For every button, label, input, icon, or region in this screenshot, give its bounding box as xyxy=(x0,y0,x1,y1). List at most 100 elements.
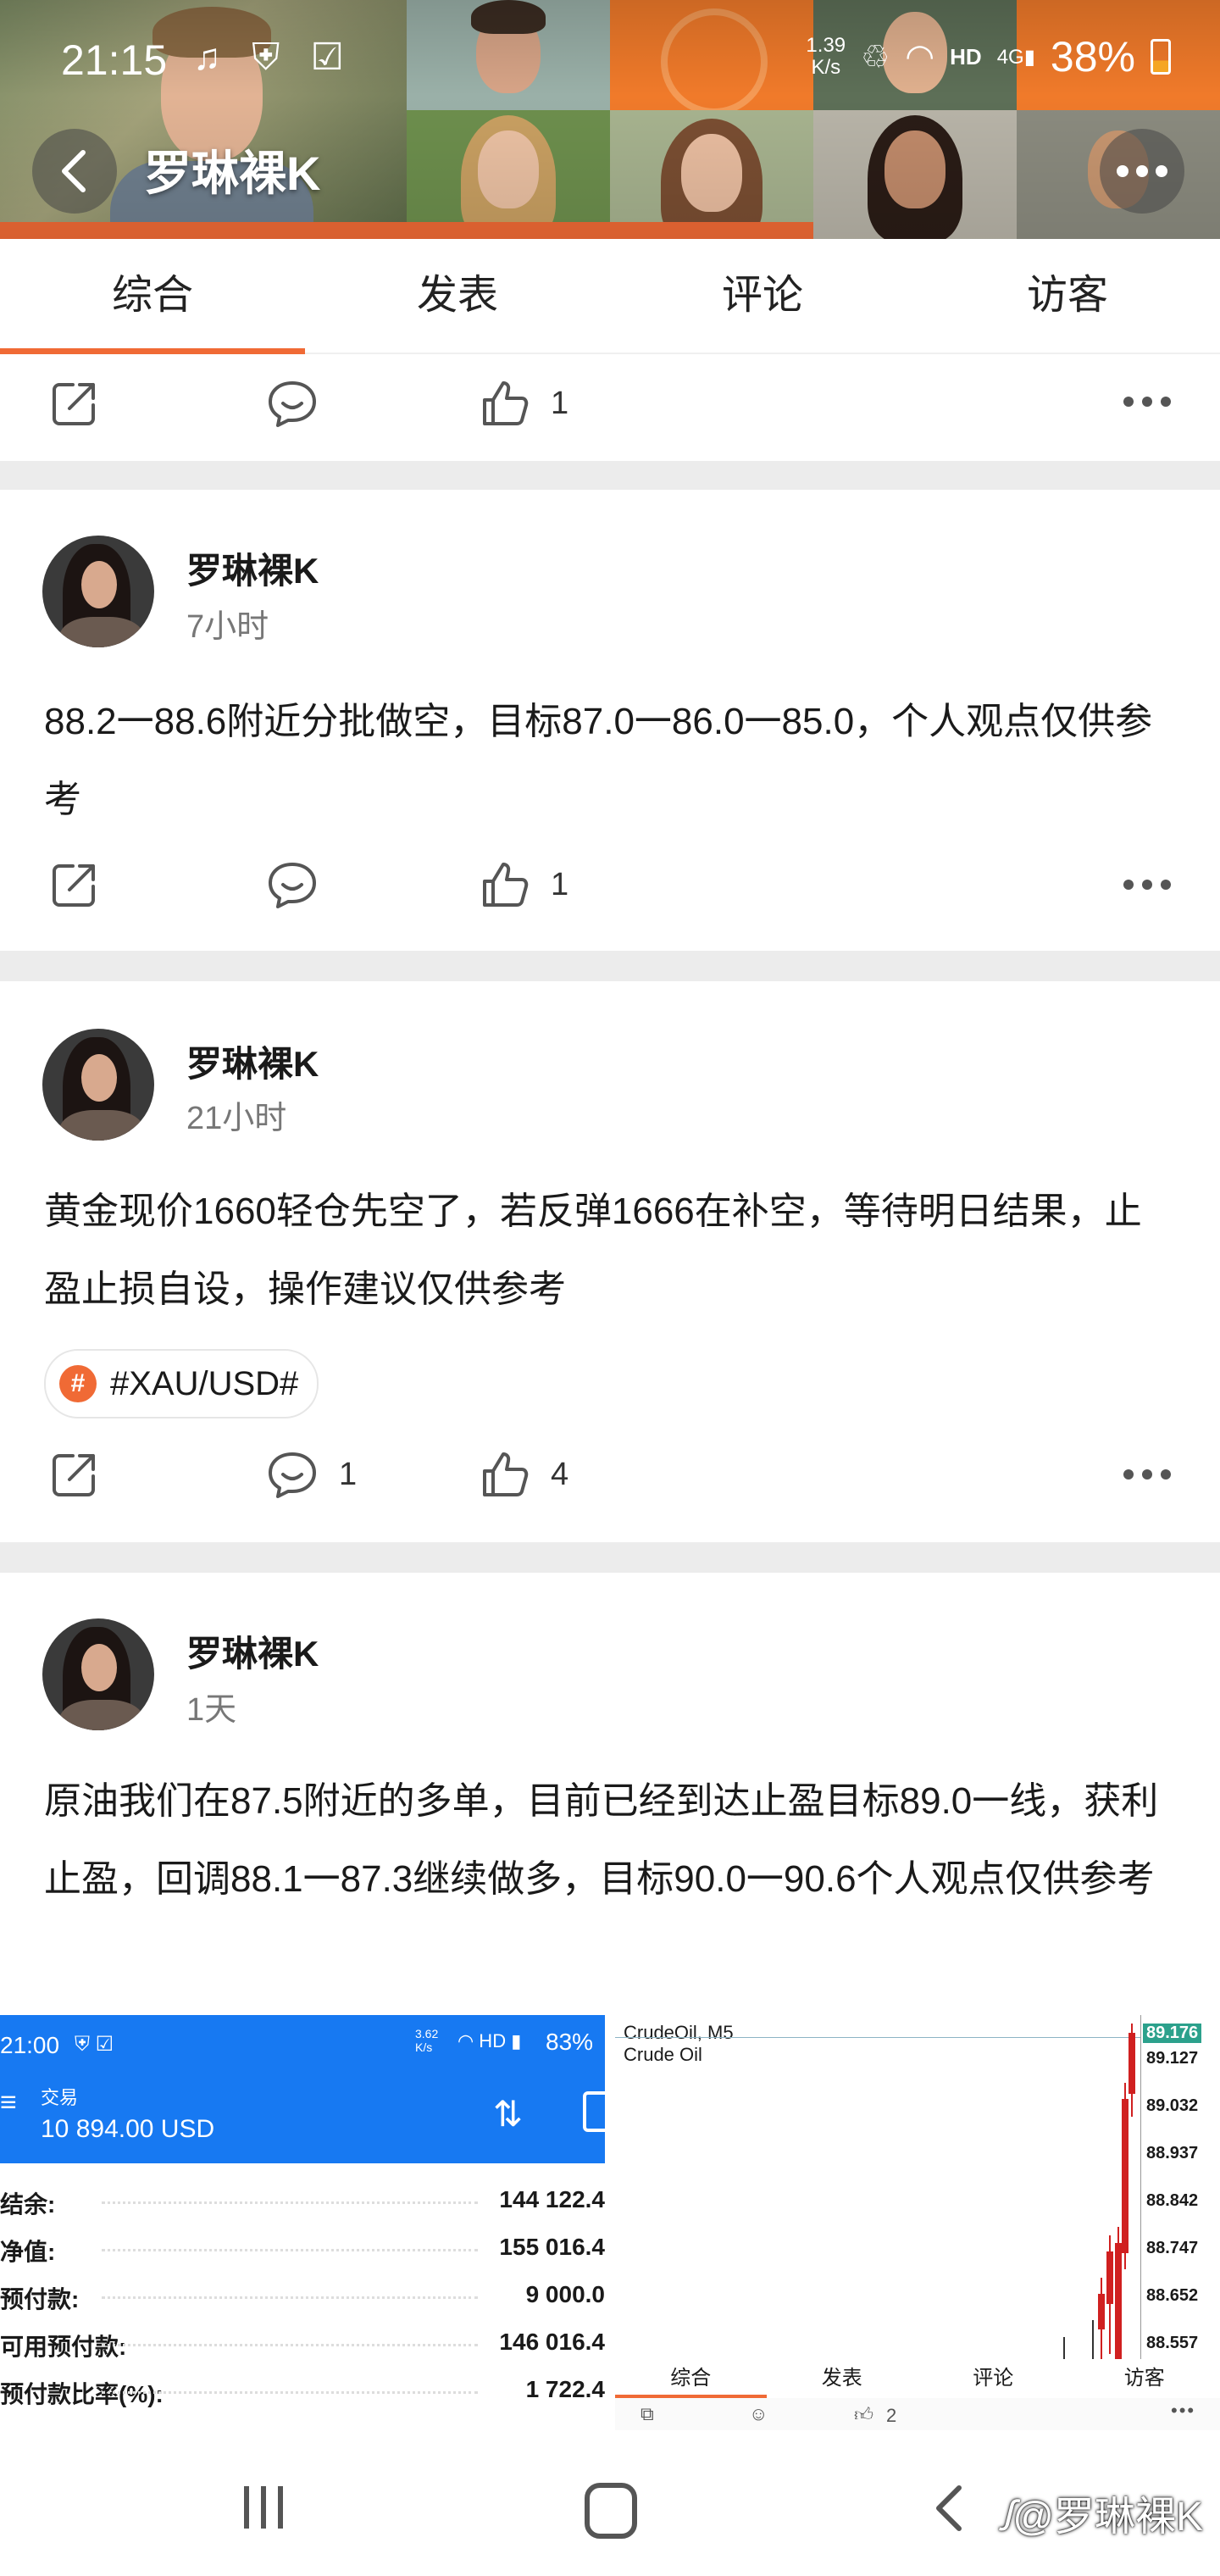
menu-icon: ≡ xyxy=(0,2086,17,2118)
status-time: 21:15 xyxy=(61,36,168,84)
overlay-tab: 综合 xyxy=(615,2359,767,2398)
post-text[interactable]: 黄金现价1660轻仓先空了，若反弹1666在补空，等待明日结果，止盈止损自设，操… xyxy=(44,1173,1176,1329)
overlay-actions: ⧉ ☺ 👍︎ 2 ••• xyxy=(615,2398,1220,2430)
back-arrow-icon xyxy=(62,150,86,192)
overlay-tab: 评论 xyxy=(973,2367,1014,2390)
comment-count: 1 xyxy=(339,1456,358,1492)
avatar[interactable] xyxy=(42,1029,154,1141)
overlay-like-icon: 👍︎ xyxy=(854,2404,873,2425)
sort-icon: ⇅ xyxy=(493,2094,524,2134)
post-image-trade[interactable]: 21:00 ⛨ ☑ 3.62 K/s ◠ HD ▮ 83% ≡ 交易 10 89… xyxy=(0,2015,605,2430)
trade-status-icons: ⛨ ☑ xyxy=(75,2033,114,2056)
price-label: 89.127 xyxy=(1146,2049,1199,2068)
more-options-button[interactable] xyxy=(1100,129,1184,214)
price-scale: 89.176 89.127 89.032 88.937 88.842 88.74… xyxy=(1140,2015,1220,2362)
overlay-like-count: 2 xyxy=(886,2405,897,2426)
share-icon xyxy=(53,864,95,907)
like-button[interactable]: 4 xyxy=(480,1449,568,1500)
share-button[interactable] xyxy=(49,859,100,910)
share-icon xyxy=(53,1454,95,1496)
share-button[interactable] xyxy=(49,1449,100,1500)
comment-button[interactable] xyxy=(266,859,339,910)
price-label: 88.747 xyxy=(1146,2239,1199,2257)
price-label: 88.557 xyxy=(1146,2334,1199,2352)
trade-battery: 83% xyxy=(546,2029,594,2055)
candlestick-chart xyxy=(1063,2024,1135,2362)
tab-visitors[interactable]: 访客 xyxy=(915,239,1220,353)
battery-icon xyxy=(1151,39,1171,75)
overlay-tabs: 综合 发表 评论 访客 xyxy=(615,2359,1220,2398)
signal-icon: 4G▮ xyxy=(996,45,1035,69)
comment-icon xyxy=(269,1452,316,1498)
comment-icon xyxy=(269,381,316,427)
post-time: 7小时 xyxy=(186,609,269,645)
battery-level: 38% xyxy=(1050,33,1135,80)
overlay-more-icon: ••• xyxy=(1171,2400,1196,2421)
trade-balance: 10 894.00 USD xyxy=(41,2115,215,2143)
tab-comments[interactable]: 评论 xyxy=(610,239,915,353)
topic-tag-label: #XAU/USD# xyxy=(110,1364,299,1402)
overlay-share-icon: ⧉ xyxy=(640,2403,654,2424)
hashtag-icon: # xyxy=(59,1365,97,1402)
share-icon xyxy=(53,383,95,425)
post-author[interactable]: 罗琳裸K xyxy=(186,1035,319,1087)
post-author[interactable]: 罗琳裸K xyxy=(186,1625,319,1677)
hd-label: HD xyxy=(950,43,982,69)
notification-icons: ♫ ⛨ ☑ xyxy=(193,36,354,78)
tab-posts[interactable]: 发表 xyxy=(305,239,610,353)
trade-time: 21:00 xyxy=(0,2032,60,2058)
previous-post-footer: 1 xyxy=(0,354,1220,461)
status-bar: 21:15 ♫ ⛨ ☑ 1.39 K/s ♲ ◠ HD 4G▮ 38% xyxy=(0,0,1220,119)
like-count: 1 xyxy=(551,385,569,421)
topic-tag[interactable]: # #XAU/USD# xyxy=(44,1349,319,1418)
comment-icon xyxy=(269,863,316,908)
trade-speed: 3.62 K/s xyxy=(415,2027,439,2054)
post-more-icon[interactable] xyxy=(1123,1469,1171,1480)
post-author[interactable]: 罗琳裸K xyxy=(186,542,319,594)
tab-overview[interactable]: 综合 xyxy=(0,239,305,354)
overlay-tab: 访客 xyxy=(1123,2367,1165,2390)
recycle-icon: ♲ xyxy=(861,39,890,75)
wifi-icon: ◠ xyxy=(905,38,935,75)
profile-name: 罗琳裸K xyxy=(144,147,321,200)
home-button[interactable] xyxy=(585,2483,637,2539)
recent-apps-button[interactable] xyxy=(244,2486,283,2529)
thumbs-up-icon xyxy=(483,863,529,907)
trade-header: 21:00 ⛨ ☑ 3.62 K/s ◠ HD ▮ 83% ≡ 交易 10 89… xyxy=(0,2015,605,2163)
like-count: 1 xyxy=(551,866,569,902)
like-count: 4 xyxy=(551,1456,569,1492)
post-more-icon[interactable] xyxy=(1123,397,1171,407)
overlay-tab: 发表 xyxy=(821,2367,862,2390)
thumbs-up-icon xyxy=(483,1452,529,1496)
post-text[interactable]: 原油我们在87.5附近的多单，目前已经到达止盈目标89.0一线，获利止盈，回调8… xyxy=(44,1763,1176,1918)
price-label: 88.652 xyxy=(1146,2286,1199,2305)
share-button[interactable] xyxy=(49,378,100,429)
back-button[interactable] xyxy=(32,129,117,214)
post-time: 21小时 xyxy=(186,1101,287,1136)
post-card: 罗琳裸K 21小时 黄金现价1660轻仓先空了，若反弹1666在补空，等待明日结… xyxy=(0,981,1220,1542)
post-text[interactable]: 88.2一88.6附近分批做空，目标87.0一86.0一85.0，个人观点仅供参… xyxy=(44,683,1176,839)
price-label: 89.176 xyxy=(1143,2024,1202,2043)
new-order-icon xyxy=(583,2091,605,2132)
avatar[interactable] xyxy=(42,536,154,647)
post-more-icon[interactable] xyxy=(1123,880,1171,890)
price-label: 89.032 xyxy=(1146,2096,1199,2115)
post-card: 罗琳裸K 7小时 88.2一88.6附近分批做空，目标87.0一86.0一85.… xyxy=(0,490,1220,951)
trade-signal-icons: ◠ HD ▮ xyxy=(458,2030,522,2051)
net-speed: 1.39 K/s xyxy=(806,34,846,79)
status-right: 1.39 K/s ♲ ◠ HD 4G▮ 38% xyxy=(806,32,1171,81)
like-button[interactable]: 1 xyxy=(480,859,568,910)
profile-tabs: 综合 发表 评论 访客 xyxy=(0,239,1220,354)
comment-button[interactable]: 1 xyxy=(266,1449,357,1500)
comment-button[interactable] xyxy=(266,378,339,429)
price-label: 88.842 xyxy=(1146,2191,1199,2210)
system-back-button[interactable] xyxy=(932,2483,966,2534)
like-button[interactable]: 1 xyxy=(480,378,568,429)
overlay-comment-icon: ☺ xyxy=(749,2403,768,2424)
trade-title: 交易 xyxy=(41,2087,79,2108)
price-label: 88.937 xyxy=(1146,2144,1199,2162)
thumbs-up-icon xyxy=(483,381,529,425)
avatar[interactable] xyxy=(42,1618,154,1730)
watermark: ꭍ@罗琳裸K xyxy=(998,2495,1203,2540)
post-image-chart[interactable]: CrudeOil, M5 Crude Oil 89.176 89.127 89.… xyxy=(615,2015,1220,2430)
